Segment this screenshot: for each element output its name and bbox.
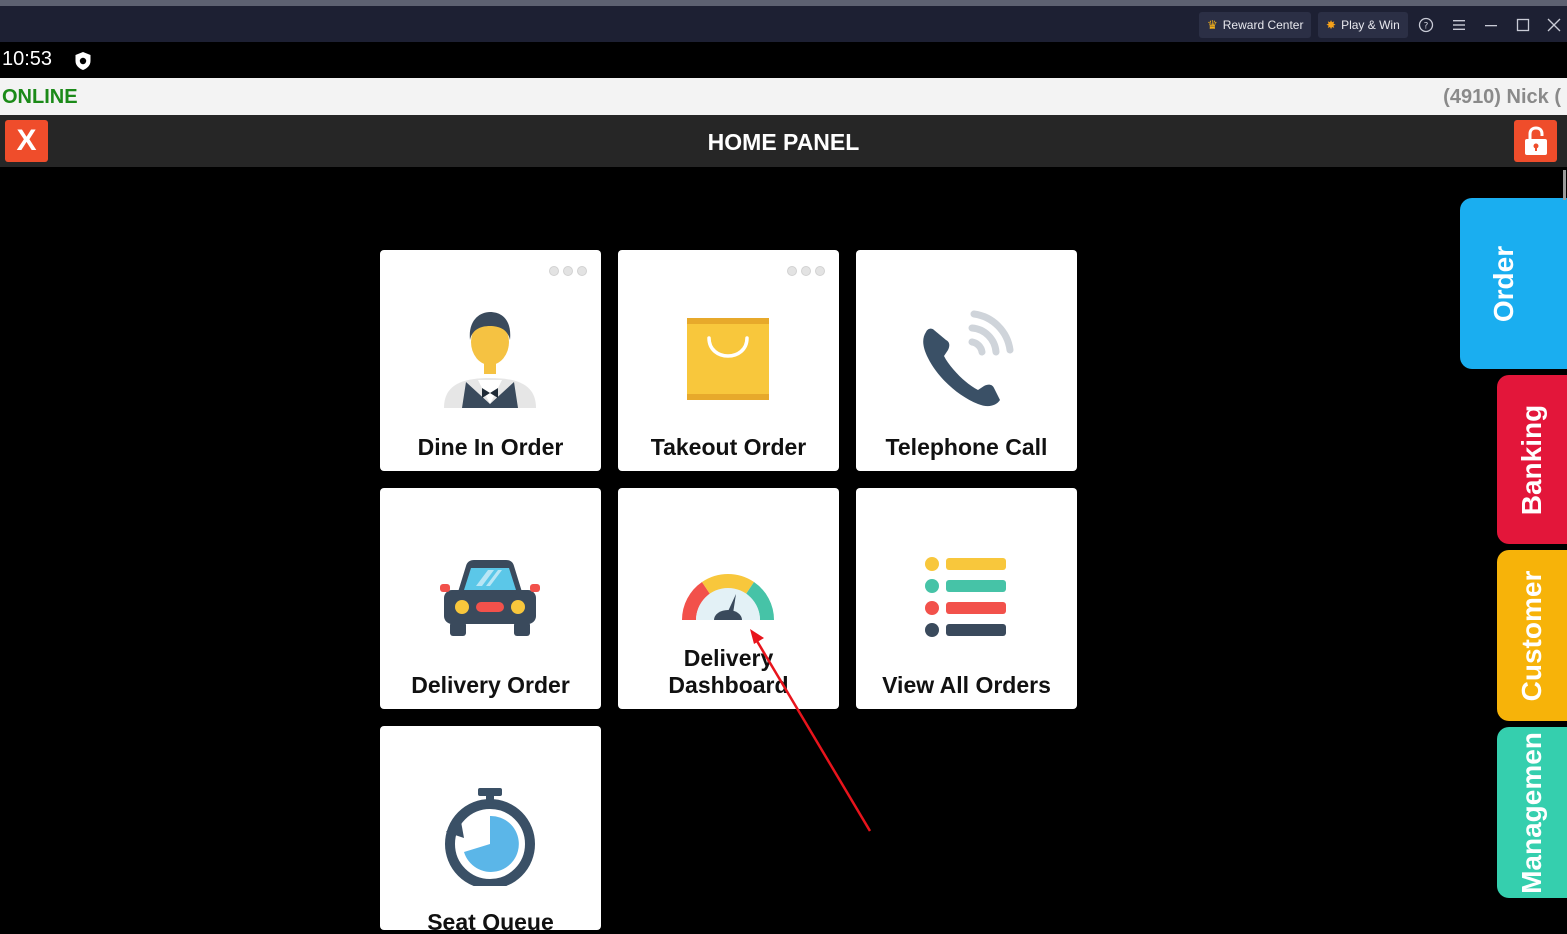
side-tab-banking[interactable]: Banking [1497, 375, 1567, 544]
tile-label: Takeout Order [650, 434, 807, 460]
waiter-icon [444, 312, 536, 408]
help-icon[interactable]: ? [1413, 12, 1439, 38]
play-win-label: Play & Win [1341, 18, 1400, 32]
scrollbar-thumb[interactable] [1563, 170, 1566, 200]
tile-seat-queue[interactable]: Seat Queue [380, 726, 601, 930]
side-tab-order[interactable]: Order [1460, 198, 1567, 369]
telephone-icon [923, 310, 1014, 407]
tile-dine-in-order[interactable]: Dine In Order [380, 250, 601, 471]
current-user: (4910) Nick ( [1443, 86, 1561, 108]
maximize-icon[interactable] [1510, 12, 1536, 38]
tile-label: Dine In Order [417, 434, 564, 460]
more-options-icon[interactable] [549, 266, 587, 276]
tile-telephone-call[interactable]: Telephone Call [856, 250, 1077, 471]
tile-takeout-order[interactable]: Takeout Order [618, 250, 839, 471]
emulator-title-bar: ♛ Reward Center ✸ Play & Win ? [0, 0, 1567, 42]
close-window-icon[interactable] [1541, 12, 1567, 38]
android-status-bar: 10:53 [0, 42, 1567, 78]
side-tab-label: Managemen [1516, 731, 1547, 894]
minimize-icon[interactable] [1478, 12, 1504, 38]
menu-icon[interactable] [1446, 12, 1472, 38]
shield-icon [75, 52, 91, 70]
home-panel-header: X HOME PANEL [0, 115, 1567, 167]
list-icon [925, 557, 1006, 637]
more-options-icon[interactable] [787, 266, 825, 276]
status-time: 10:53 [2, 48, 53, 70]
connection-status-bar: ONLINE (4910) Nick ( [0, 78, 1567, 115]
crown-icon: ♛ [1207, 18, 1218, 32]
reward-center-label: Reward Center [1222, 18, 1304, 32]
tile-view-all-orders[interactable]: View All Orders [856, 488, 1077, 709]
side-tab-label: Banking [1516, 404, 1547, 515]
tile-label: View All Orders [882, 672, 1051, 698]
tile-label: Delivery Order [411, 672, 570, 698]
tile-label: Seat Queue [427, 909, 554, 930]
tile-label: Telephone Call [885, 434, 1048, 460]
lock-button[interactable] [1514, 120, 1557, 162]
emulator-top-line [0, 0, 1567, 6]
side-tab-management[interactable]: Managemen [1497, 727, 1567, 898]
car-icon [440, 560, 540, 636]
svg-text:?: ? [1424, 22, 1429, 32]
coin-icon: ✸ [1326, 18, 1337, 32]
speedometer-icon [682, 573, 775, 620]
lock-icon [1524, 126, 1547, 155]
tile-delivery-order[interactable]: Delivery Order [380, 488, 601, 709]
shopping-bag-icon [687, 318, 769, 400]
side-tab-customer[interactable]: Customer [1497, 550, 1567, 721]
play-win-button[interactable]: ✸ Play & Win [1318, 12, 1408, 38]
side-tab-label: Order [1487, 245, 1519, 322]
online-status: ONLINE [2, 86, 78, 108]
side-tab-label: Customer [1516, 570, 1547, 701]
reward-center-button[interactable]: ♛ Reward Center [1199, 12, 1312, 38]
annotation-arrow [750, 629, 872, 832]
stopwatch-icon [445, 788, 535, 886]
page-title: HOME PANEL [707, 129, 860, 155]
